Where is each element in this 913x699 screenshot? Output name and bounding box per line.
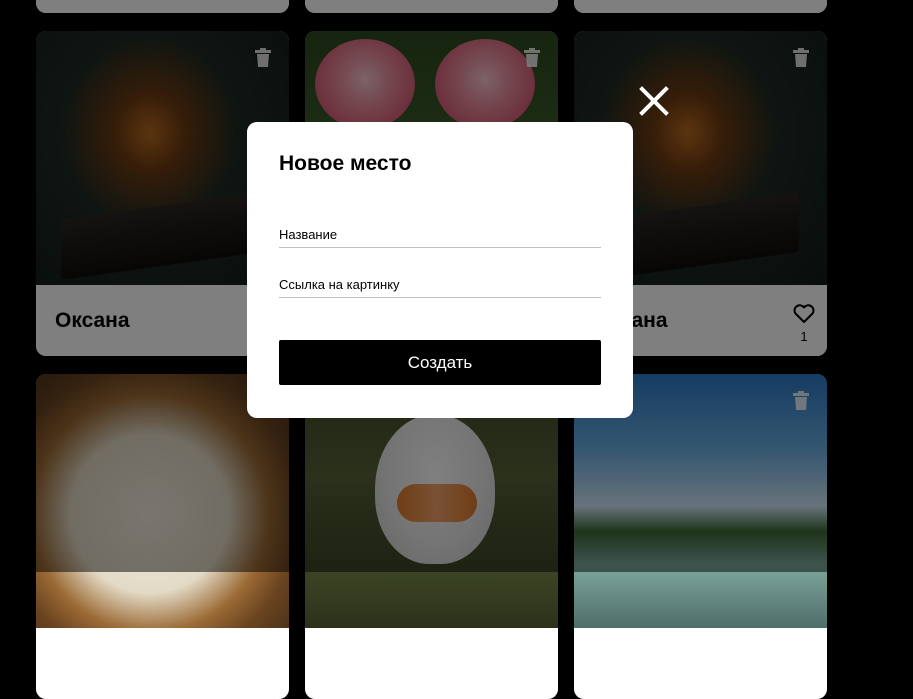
place-name-input[interactable] xyxy=(279,221,601,248)
create-button[interactable]: Создать xyxy=(279,340,601,385)
popup-title: Новое место xyxy=(279,152,412,175)
place-link-input[interactable] xyxy=(279,271,601,298)
close-icon[interactable] xyxy=(639,86,669,116)
add-place-popup: Новое место Создать xyxy=(247,122,633,418)
